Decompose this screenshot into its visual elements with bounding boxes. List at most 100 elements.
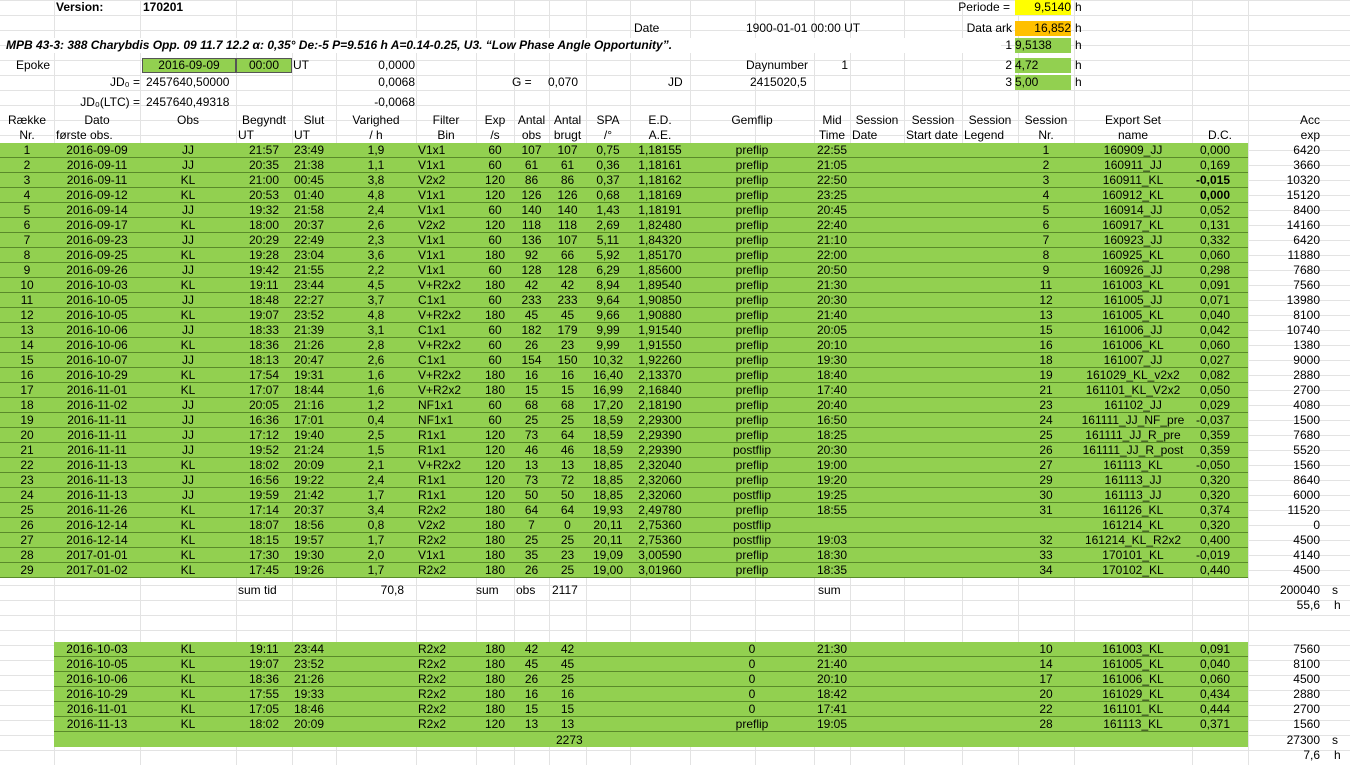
table-cell: 2016-10-07: [66, 353, 128, 367]
table-cell: 17:14: [248, 503, 280, 517]
header-cell: Session: [911, 113, 955, 127]
epoke-time-input[interactable]: 00:00: [236, 58, 292, 73]
table-cell: 86: [560, 173, 575, 187]
table-cell: 21:58: [294, 203, 325, 217]
table-cell: KL: [180, 308, 196, 322]
sum-obs-label: obs: [516, 583, 536, 597]
table-cell: 42: [560, 642, 575, 656]
p3-index: 3: [1005, 75, 1012, 89]
table-cell: V1x1: [418, 203, 446, 217]
table-cell: 27: [1039, 458, 1053, 472]
header-cell: Session: [1024, 113, 1068, 127]
table-cell: 23:25: [816, 188, 848, 202]
table-cell: V1x1: [418, 248, 446, 262]
table-cell: 19: [1039, 368, 1053, 382]
table-cell: 2,29390: [638, 443, 682, 457]
table-cell: 20,11: [593, 518, 623, 532]
table-cell: JJ: [182, 158, 194, 172]
table-cell: 160925_KL: [1102, 248, 1164, 262]
periode-value[interactable]: 9,5140: [1015, 0, 1071, 15]
table-cell: 21:40: [816, 657, 848, 671]
table-cell: 0,332: [1199, 233, 1230, 247]
table-cell: 86: [524, 173, 539, 187]
table-cell: 20:09: [294, 458, 325, 472]
table-cell: 35: [524, 548, 539, 562]
table-cell: 23:44: [294, 642, 325, 656]
table-cell: 10,32: [592, 353, 624, 367]
table-cell: 120: [484, 488, 506, 502]
version-value: 170201: [143, 0, 184, 14]
table-cell: 0,052: [1199, 203, 1230, 217]
table-cell: 2,32060: [638, 473, 682, 487]
table-cell: 16: [560, 368, 575, 382]
table-cell: preflip: [735, 383, 769, 397]
table-cell: 17:41: [816, 702, 848, 716]
table-cell: preflip: [735, 293, 769, 307]
table-cell: KL: [180, 278, 196, 292]
header-cell: /°: [603, 128, 613, 142]
table-cell: 1,9: [367, 143, 385, 157]
table-cell: 17:55: [248, 687, 280, 701]
table-cell: 18,85: [592, 458, 624, 472]
table-cell: 50: [560, 488, 575, 502]
table-cell: 42: [560, 278, 575, 292]
table-cell: 2016-09-26: [66, 263, 128, 277]
table-cell: 18: [1039, 353, 1053, 367]
epoke-date-input[interactable]: 2016-09-09: [142, 58, 236, 73]
table-cell: 128: [557, 263, 578, 277]
table-cell: 0,37: [596, 173, 620, 187]
table-cell: 60: [488, 398, 502, 412]
table-cell: 2,3: [367, 233, 385, 247]
table-cell: 42: [524, 642, 539, 656]
table-cell: 180: [484, 563, 506, 577]
header-cell: Acc: [1299, 113, 1320, 127]
table-cell: R2x2: [418, 563, 447, 577]
sum-acc: 200040: [1279, 583, 1320, 597]
table-cell: 1560: [1293, 717, 1320, 731]
jd0-label: JD₀ =: [110, 75, 140, 89]
table-cell: 20: [1039, 687, 1053, 701]
table-cell: 0,050: [1199, 383, 1230, 397]
table-cell: KL: [180, 368, 196, 382]
table-cell: 26: [524, 338, 539, 352]
table-cell: R1x1: [418, 443, 447, 457]
table-cell: 2016-10-06: [66, 672, 128, 686]
table-cell: 2016-11-01: [66, 383, 128, 397]
table-cell: 160911_JJ: [1104, 158, 1162, 172]
table-cell: 0,060: [1199, 672, 1230, 686]
table-cell: 1,43: [596, 203, 620, 217]
p3-value[interactable]: 5,00: [1015, 75, 1071, 90]
table-cell: V+R2x2: [418, 308, 462, 322]
header-cell: exp: [1300, 128, 1320, 142]
table-cell: 21:16: [294, 398, 325, 412]
table-cell: 2016-11-13: [66, 717, 128, 731]
p2-value[interactable]: 4,72: [1015, 58, 1071, 73]
table-cell: 26: [1039, 443, 1053, 457]
table-cell: 120: [484, 473, 506, 487]
table-cell: 3660: [1293, 158, 1320, 172]
header-cell: D.C.: [1208, 128, 1232, 142]
table-cell: 20:05: [816, 323, 848, 337]
table-cell: 2016-09-14: [66, 203, 128, 217]
table-cell: 22: [20, 458, 34, 472]
table-cell: V1x1: [418, 233, 446, 247]
table-cell: 19:25: [816, 488, 848, 502]
table-cell: 64: [524, 503, 539, 517]
table-cell: 161005_JJ: [1103, 293, 1163, 307]
table-cell: 5: [1042, 203, 1050, 217]
data-ark-value[interactable]: 16,852: [1015, 21, 1071, 36]
table-cell: JJ: [182, 263, 194, 277]
table-cell: 18:33: [248, 323, 280, 337]
table-cell: 9: [1042, 263, 1050, 277]
table-cell: 20:35: [248, 158, 280, 172]
table-cell: 161005_KL: [1102, 657, 1164, 671]
p1-value[interactable]: 9,5138: [1015, 38, 1071, 53]
table-cell: 25: [560, 563, 575, 577]
table-cell: 18,85: [592, 473, 624, 487]
header-cell: Time: [818, 128, 846, 142]
table-cell: 20:10: [816, 338, 848, 352]
table-cell: 118: [521, 218, 542, 232]
table-cell: 17:01: [294, 413, 325, 427]
table-cell: 128: [521, 263, 542, 277]
table-cell: 60: [488, 263, 502, 277]
